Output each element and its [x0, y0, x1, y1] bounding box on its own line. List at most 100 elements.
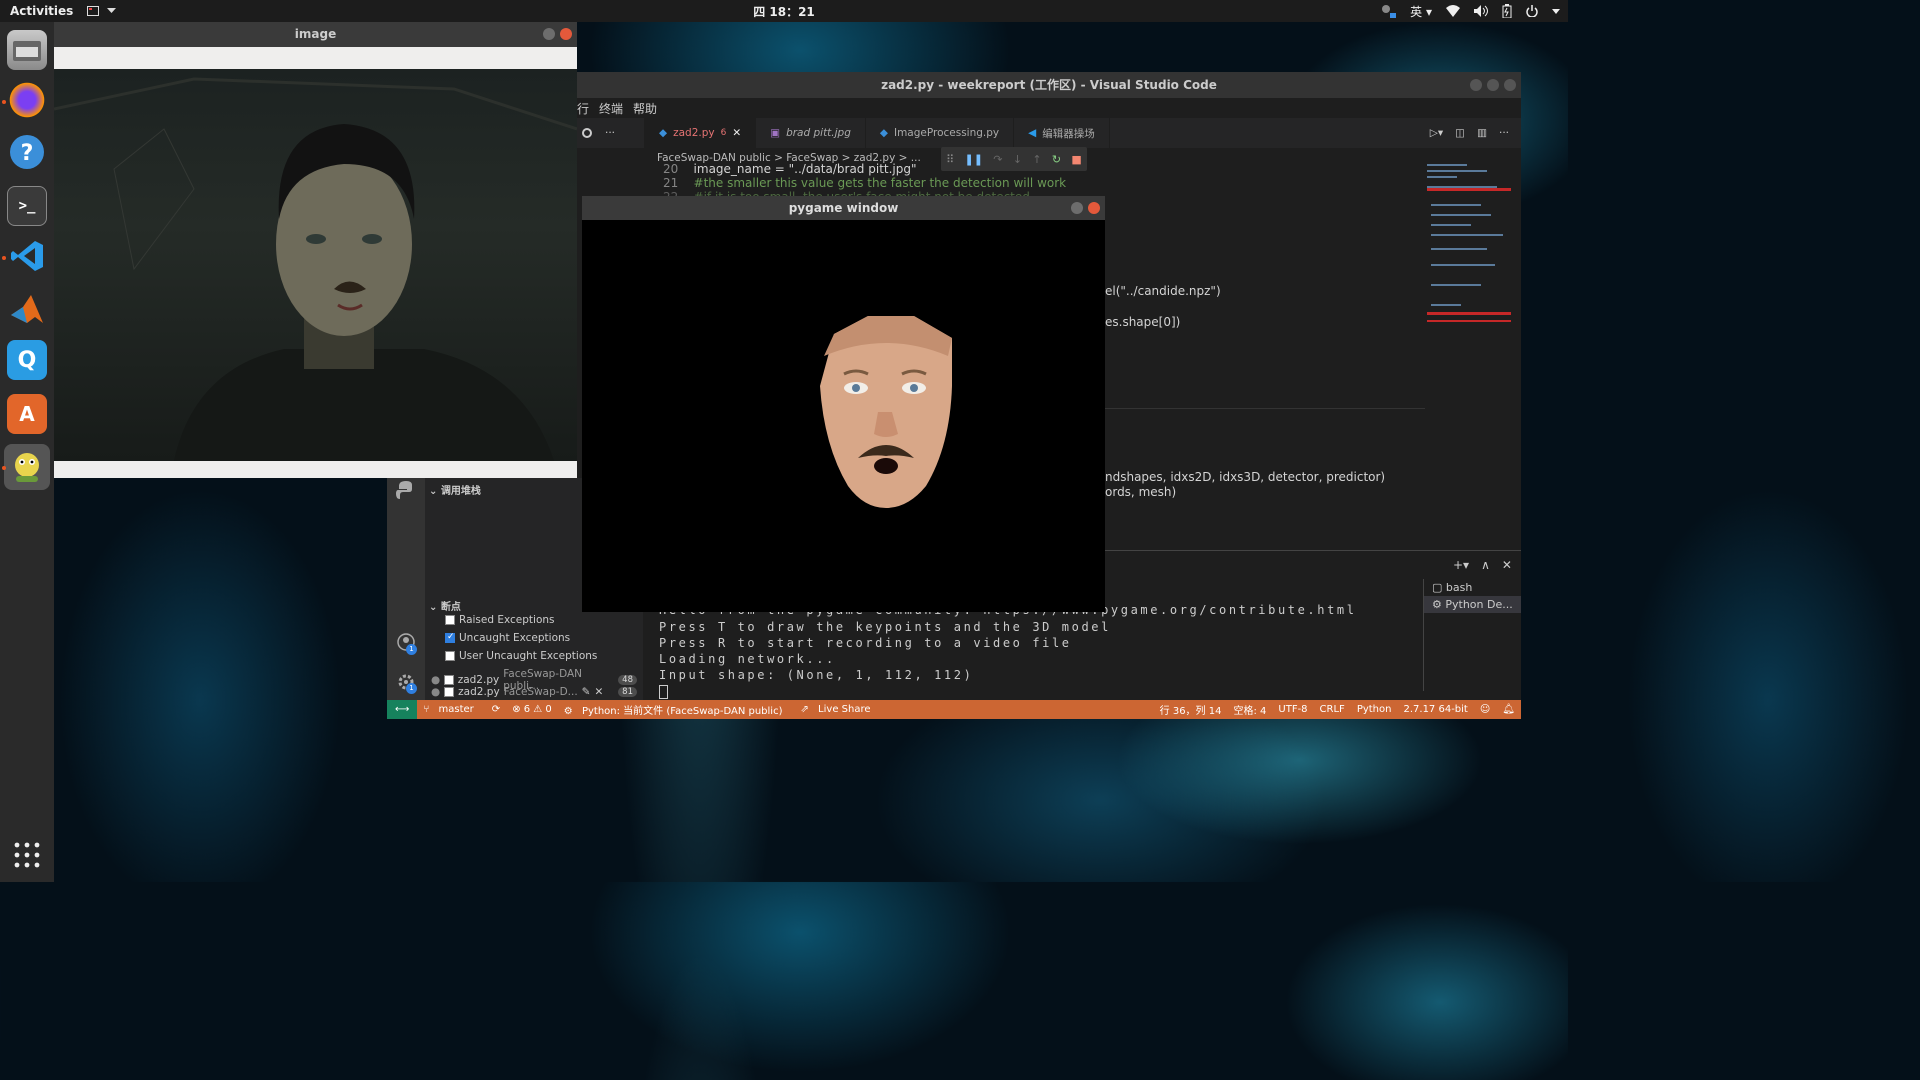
files-icon[interactable] — [7, 30, 47, 70]
terminal-session-python[interactable]: ⚙ Python De... — [1424, 596, 1521, 613]
close-button[interactable] — [1504, 79, 1516, 91]
editor-actions: ▷▾ ◫ ▥ ··· — [1430, 118, 1521, 148]
help-icon[interactable]: ? — [7, 132, 47, 172]
image-window[interactable]: image — [54, 22, 577, 478]
interpreter[interactable]: 2.7.17 64-bit — [1397, 704, 1473, 715]
drag-handle-icon[interactable]: ⠿ — [946, 153, 954, 166]
window-title[interactable]: pygame window — [582, 196, 1105, 220]
remote-indicator-icon[interactable]: ⟷ — [387, 700, 418, 719]
stop-icon[interactable]: ■ — [1071, 153, 1081, 166]
minimap[interactable] — [1427, 164, 1511, 334]
problems-item[interactable]: ⊗ 6 ⚠ 0 — [506, 704, 558, 715]
code-line[interactable]: 21 #the smaller this value gets the fast… — [663, 176, 1066, 190]
sync-icon[interactable]: ⟳ — [486, 704, 506, 715]
eol[interactable]: CRLF — [1314, 704, 1351, 715]
firefox-icon[interactable] — [7, 80, 47, 120]
checkbox[interactable] — [445, 615, 455, 625]
qq-icon[interactable]: Q — [7, 340, 47, 380]
callstack-section-header[interactable]: ⌄ 调用堆栈 — [429, 482, 481, 497]
pause-icon[interactable]: ❚❚ — [965, 153, 983, 166]
checkbox[interactable] — [445, 651, 455, 661]
tab-label: brad pitt.jpg — [786, 127, 851, 139]
power-icon — [1526, 5, 1538, 17]
liveshare-item[interactable]: ⇗ Live Share — [794, 704, 882, 715]
language-mode[interactable]: Python — [1351, 704, 1398, 715]
minimize-button[interactable] — [1071, 202, 1083, 214]
python-snake-icon[interactable] — [4, 444, 50, 490]
gear-icon[interactable] — [581, 127, 593, 139]
terminal-icon[interactable]: >_ — [7, 186, 47, 226]
window-title[interactable]: zad2.py - weekreport (工作区) - Visual Stud… — [577, 72, 1521, 98]
notification-badge: 1 — [406, 644, 417, 655]
breakpoint-user-uncaught-exceptions[interactable]: User Uncaught Exceptions — [445, 650, 641, 662]
maximize-button[interactable] — [1487, 79, 1499, 91]
code-line[interactable]: 20 image_name = "../data/brad pitt.jpg" — [663, 162, 917, 176]
system-tray[interactable]: 英 ▾ — [1380, 0, 1560, 22]
minimize-button[interactable] — [1470, 79, 1482, 91]
restart-icon[interactable]: ↻ — [1052, 153, 1061, 166]
close-icon[interactable]: ✕ — [732, 127, 741, 139]
terminal-line: Press T to draw the keypoints and the 3D… — [659, 620, 1111, 634]
run-icon[interactable]: ▷▾ — [1430, 127, 1443, 139]
problem-count-badge: 6 — [720, 128, 727, 138]
step-into-icon[interactable]: ↓ — [1013, 153, 1022, 166]
edit-icon[interactable]: ✎ — [582, 686, 591, 698]
explorer-actions: ··· — [577, 118, 645, 148]
pygame-window[interactable]: pygame window — [582, 196, 1105, 612]
checkbox[interactable] — [444, 687, 455, 697]
clock[interactable]: 四 18：21 — [0, 3, 1568, 20]
encoding[interactable]: UTF-8 — [1272, 704, 1313, 715]
matlab-icon[interactable] — [7, 290, 47, 330]
input-method-indicator[interactable]: 英 ▾ — [1410, 3, 1432, 20]
webcam-frame — [54, 69, 577, 461]
close-button[interactable] — [560, 28, 572, 40]
checkbox[interactable] — [445, 632, 455, 643]
tab-imageprocessing[interactable]: ◆ ImageProcessing.py — [866, 118, 1015, 148]
status-bar: ⟷ ⑂ master ⟳ ⊗ 6 ⚠ 0 ⚙ Python: 当前文件 (Fac… — [387, 700, 1521, 719]
vscode-icon[interactable] — [7, 236, 47, 276]
branch-item[interactable]: ⑂ master — [417, 704, 485, 715]
breakpoints-section-header[interactable]: ⌄ 断点 — [429, 598, 461, 613]
notification-badge: 1 — [406, 683, 417, 694]
notifications-icon[interactable]: 🔔︎ — [1496, 704, 1521, 715]
indentation[interactable]: 空格: 4 — [1227, 702, 1272, 717]
new-terminal-icon[interactable]: +▾ — [1453, 558, 1469, 572]
cursor-position[interactable]: 行 36，列 14 — [1154, 702, 1228, 717]
breakpoint-file-item[interactable]: ● zad2.py FaceSwap-D... ✎ ✕ 81 — [431, 686, 637, 698]
close-icon[interactable]: ✕ — [594, 686, 603, 698]
terminal-session-bash[interactable]: ▢ bash — [1424, 579, 1521, 596]
close-button[interactable] — [1088, 202, 1100, 214]
activities-button[interactable]: Activities — [0, 4, 83, 18]
step-out-icon[interactable]: ↑ — [1032, 153, 1041, 166]
keyboard-menu[interactable] — [87, 6, 117, 16]
software-center-icon[interactable]: A — [7, 394, 47, 434]
code-line[interactable]: ords, mesh) — [1105, 485, 1176, 499]
code-line[interactable]: es.shape[0]) — [1105, 315, 1180, 329]
tab-brad-pitt[interactable]: ▣ brad pitt.jpg — [756, 118, 866, 148]
code-line[interactable]: el("../candide.npz") — [1105, 284, 1221, 298]
show-applications-icon[interactable] — [14, 842, 40, 871]
more-actions-icon[interactable]: ··· — [1499, 127, 1509, 139]
maximize-panel-icon[interactable]: ∧ — [1481, 558, 1490, 572]
feedback-icon[interactable]: ☺ — [1474, 704, 1496, 715]
window-title[interactable]: image — [54, 22, 577, 47]
breakpoint-uncaught-exceptions[interactable]: Uncaught Exceptions — [445, 632, 641, 644]
close-panel-icon[interactable]: ✕ — [1502, 558, 1512, 572]
menu-item-help[interactable]: 帮助 — [633, 100, 657, 117]
menu-item-terminal[interactable]: 终端 — [599, 100, 623, 117]
tab-editor-playground[interactable]: ◀ 编辑器操场 — [1014, 118, 1110, 148]
terminal-icon: ▢ — [1432, 581, 1443, 594]
step-over-icon[interactable]: ↷ — [993, 153, 1002, 166]
python-run-item[interactable]: ⚙ Python: 当前文件 (FaceSwap-DAN public) — [558, 702, 795, 717]
checkbox[interactable] — [444, 675, 454, 685]
open-changes-icon[interactable]: ◫ — [1455, 127, 1465, 139]
minimize-button[interactable] — [543, 28, 555, 40]
menu-item-run[interactable]: 行 — [577, 100, 589, 117]
tab-zad2[interactable]: ◆ zad2.py 6 ✕ — [645, 118, 757, 148]
python-icon[interactable] — [396, 480, 416, 500]
code-line[interactable]: ndshapes, idxs2D, idxs3D, detector, pred… — [1105, 470, 1385, 484]
breakpoint-raised-exceptions[interactable]: Raised Exceptions — [445, 614, 641, 626]
split-editor-icon[interactable]: ▥ — [1477, 127, 1487, 139]
more-actions-icon[interactable]: ··· — [605, 127, 615, 139]
debug-icon: ⚙ — [1432, 598, 1442, 611]
